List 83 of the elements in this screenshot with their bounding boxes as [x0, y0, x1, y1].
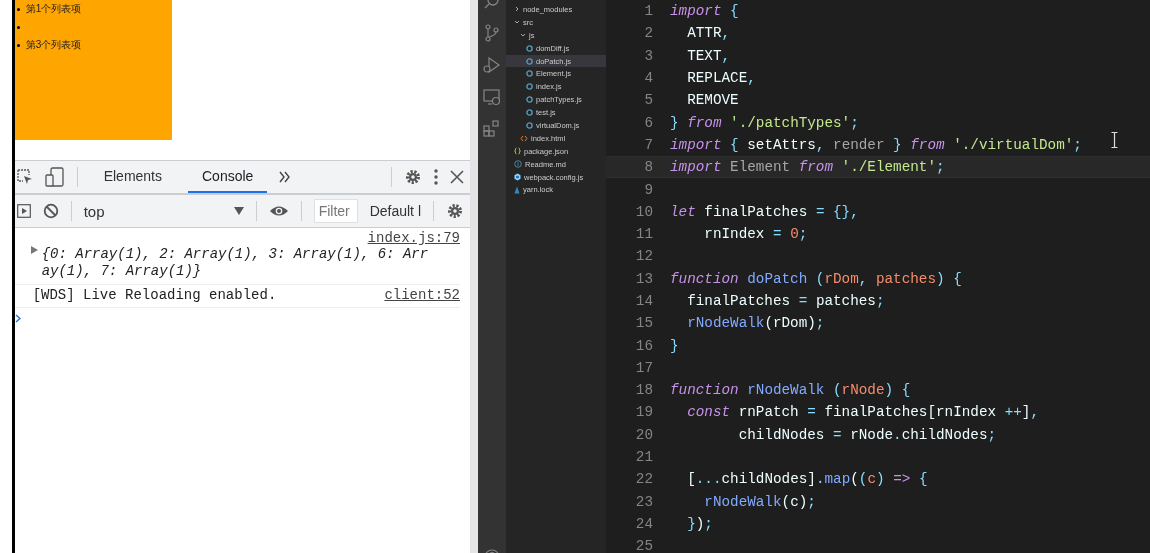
code-line: function doPatch (rDom, patches) {: [670, 270, 962, 287]
line-number: 20: [634, 426, 654, 443]
bullet-icon: [16, 7, 20, 11]
line-number: 8: [643, 159, 654, 176]
more-tabs-icon[interactable]: [279, 171, 292, 183]
line-number: 4: [643, 70, 654, 87]
source-link[interactable]: index.js:79: [367, 230, 460, 246]
yarn-file-icon: [514, 185, 520, 194]
code-line: function rNodeWalk (rNode) {: [670, 382, 911, 399]
code-line: rNodeWalk(rDom);: [686, 315, 825, 332]
extensions-icon[interactable]: [483, 120, 501, 138]
line-number: 7: [643, 136, 654, 153]
line-number: 24: [634, 515, 654, 532]
line-number: 14: [634, 293, 654, 309]
settings-icon[interactable]: [404, 168, 422, 186]
code-line: ATTR,: [686, 25, 731, 42]
text-cursor-icon: [1111, 132, 1118, 148]
code-line: import Element from './Element';: [670, 159, 945, 176]
chevron-right-icon: [514, 6, 520, 13]
logged-object[interactable]: {0: Array(1), 2: Array(1), 3: Array(1), 6: Array(1), 7: Array(1)}: [41, 246, 429, 280]
line-number: 10: [634, 203, 654, 220]
list-item: 第3个列表项: [25, 38, 82, 52]
line-number: 3: [643, 47, 654, 64]
code-line: rNodeWalk(c);: [703, 493, 816, 510]
code-line: REMOVE: [686, 92, 739, 109]
line-number: 25: [634, 538, 654, 553]
close-icon[interactable]: [450, 170, 464, 184]
code-line: TEXT,: [686, 47, 731, 64]
settings-icon[interactable]: [446, 202, 464, 220]
code-line: const rnPatch = finalPatches[rnIndex ++],: [686, 404, 1039, 421]
line-number: 2: [643, 25, 654, 42]
expand-triangle-icon[interactable]: [30, 246, 38, 254]
device-icon[interactable]: [44, 167, 65, 187]
line-number: 19: [634, 404, 654, 421]
code-line: import {: [670, 3, 739, 20]
line-number: 9: [643, 181, 654, 198]
code-line: }: [670, 337, 679, 354]
clear-console-icon[interactable]: [42, 203, 59, 219]
dropdown-caret-icon: [233, 207, 244, 215]
remote-explorer-icon[interactable]: [483, 88, 501, 106]
code-line: });: [686, 515, 713, 532]
inspect-icon[interactable]: [16, 169, 33, 185]
log-message: [WDS] Live Reloading enabled.: [32, 287, 277, 303]
prompt-icon: [14, 314, 21, 323]
line-number: 17: [634, 359, 654, 376]
line-number: 1: [643, 3, 654, 20]
line-number: 15: [634, 315, 654, 332]
filter-field[interactable]: Filter: [313, 199, 358, 223]
code-file-icon: [520, 134, 528, 142]
line-number: 22: [634, 471, 654, 488]
line-number: 21: [634, 449, 654, 466]
log-levels-select[interactable]: Default l: [369, 203, 421, 219]
devtools-tab[interactable]: Elements: [89, 161, 176, 193]
line-number: 12: [634, 248, 654, 265]
source-control-icon[interactable]: [484, 24, 500, 42]
more-menu-icon[interactable]: [434, 169, 438, 185]
line-number: 6: [643, 114, 654, 131]
line-number: 23: [634, 493, 654, 510]
code-line: import { setAttrs, render } from './virtualDom';: [670, 136, 1082, 153]
bullet-icon: [16, 43, 20, 47]
line-number: 11: [634, 226, 654, 243]
eye-icon[interactable]: [268, 205, 289, 217]
code-line: childNodes = rNode.childNodes;: [737, 426, 997, 443]
list-item: 第1个列表项: [25, 2, 82, 16]
code-line: let finalPatches = {},: [670, 203, 859, 220]
code-line: REPLACE,: [686, 70, 756, 87]
code-line: rnIndex = 0;: [703, 226, 808, 243]
sidebar-toggle-icon[interactable]: [16, 204, 31, 218]
search-icon[interactable]: [484, 0, 500, 10]
code-line: finalPatches = patches;: [686, 293, 885, 309]
braces-file-icon: [514, 147, 521, 156]
run-debug-icon[interactable]: [483, 56, 501, 74]
context-select[interactable]: top: [83, 202, 244, 220]
line-number: 16: [634, 337, 654, 354]
source-link[interactable]: client:52: [384, 287, 460, 303]
cube-file-icon: [514, 173, 521, 181]
info-icon: [514, 160, 522, 169]
code-line: [...childNodes].map((c) => {: [686, 471, 928, 488]
line-number: 13: [634, 270, 654, 287]
bullet-icon: [16, 25, 20, 29]
line-number: 5: [643, 92, 654, 109]
line-number: 18: [634, 382, 654, 399]
code-line: } from './patchTypes';: [670, 114, 859, 131]
